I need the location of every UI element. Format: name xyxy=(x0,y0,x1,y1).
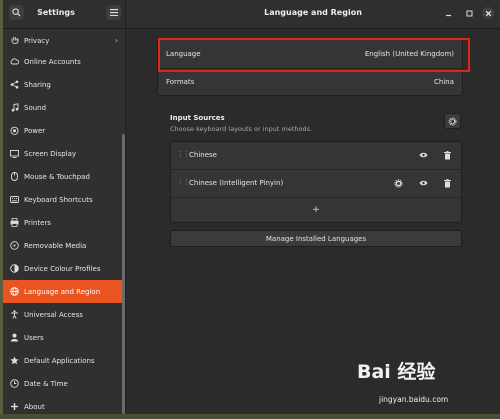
share-icon xyxy=(10,80,19,89)
sidebar-item-online-accounts[interactable]: Online Accounts xyxy=(3,50,125,73)
input-sources-subtitle: Choose keyboard layouts or input methods… xyxy=(170,125,313,133)
formats-value: China xyxy=(434,78,454,86)
printer-icon xyxy=(10,218,19,227)
sidebar-item-label: Screen Display xyxy=(24,149,77,158)
eye-icon[interactable] xyxy=(418,178,428,188)
cloud-icon xyxy=(10,57,19,66)
add-input-source-row[interactable]: + xyxy=(171,198,461,224)
settings-window: Settings Language and Region Privacy › O… xyxy=(3,0,500,414)
sidebar-title: Settings xyxy=(37,8,75,17)
sidebar-item-device-colour-profiles[interactable]: Device Colour Profiles xyxy=(3,257,125,280)
watermark-url: jingyan.baidu.com xyxy=(379,395,449,404)
trash-icon[interactable] xyxy=(442,150,452,160)
highlight-box xyxy=(158,38,470,72)
keyboard-icon xyxy=(10,195,19,204)
sidebar-item-sharing[interactable]: Sharing xyxy=(3,73,125,96)
main-headerbar: Language and Region xyxy=(126,0,500,28)
sidebar-item-privacy[interactable]: Privacy › xyxy=(3,29,125,52)
sidebar-item-language-and-region[interactable]: Language and Region xyxy=(3,280,125,303)
hand-icon xyxy=(10,36,19,45)
sidebar-item-label: Mouse & Touchpad xyxy=(24,172,90,181)
formats-row[interactable]: Formats China xyxy=(158,69,462,96)
gear-icon xyxy=(448,117,457,125)
baidu-watermark: Bai 经验 jingyan.baidu.com xyxy=(357,357,499,413)
power-icon xyxy=(10,126,19,135)
sidebar-item-label: Power xyxy=(24,126,46,135)
sidebar-item-label: Keyboard Shortcuts xyxy=(24,195,93,204)
minimize-button[interactable] xyxy=(442,7,454,19)
drag-handle-icon[interactable]: ⋮⋮ xyxy=(177,178,190,186)
sidebar-item-label: Sound xyxy=(24,103,47,112)
input-source-label: Chinese (Intelligent Pinyin) xyxy=(189,179,284,187)
sidebar-item-label: Printers xyxy=(24,218,51,227)
chevron-right-icon: › xyxy=(114,36,118,45)
sidebar-item-label: Universal Access xyxy=(24,310,83,319)
sidebar-item-users[interactable]: Users xyxy=(3,326,125,349)
sidebar-item-label: Date & Time xyxy=(24,379,68,388)
sidebar-item-keyboard-shortcuts[interactable]: Keyboard Shortcuts xyxy=(3,188,125,211)
menu-button[interactable] xyxy=(106,5,121,20)
sidebar-scrollbar[interactable] xyxy=(122,134,125,414)
sidebar-item-printers[interactable]: Printers xyxy=(3,211,125,234)
sidebar-item-screen-display[interactable]: Screen Display xyxy=(3,142,125,165)
sidebar-item-date-time[interactable]: Date & Time xyxy=(3,372,125,395)
sidebar-item-removable-media[interactable]: Removable Media xyxy=(3,234,125,257)
drag-handle-icon[interactable]: ⋮⋮ xyxy=(177,150,190,158)
sidebar-item-label: Privacy xyxy=(24,36,50,45)
sidebar-item-label: Device Colour Profiles xyxy=(24,264,101,273)
accessibility-icon xyxy=(10,310,19,319)
input-sources-list: ⋮⋮ Chinese ⋮⋮ Chinese (Intelligent Pinyi… xyxy=(170,141,462,223)
colour-profile-icon xyxy=(10,264,19,273)
search-icon xyxy=(12,8,21,17)
media-icon xyxy=(10,241,19,250)
maximize-button[interactable] xyxy=(463,7,475,19)
sidebar-item-label: Default Applications xyxy=(24,356,95,365)
trash-icon[interactable] xyxy=(442,178,452,188)
input-source-row[interactable]: ⋮⋮ Chinese xyxy=(171,142,461,169)
manage-installed-languages-button[interactable]: Manage Installed Languages xyxy=(170,230,462,247)
music-note-icon xyxy=(10,103,19,112)
globe-icon xyxy=(10,287,19,296)
sidebar-item-label: Removable Media xyxy=(24,241,87,250)
sidebar-item-label: Language and Region xyxy=(24,287,101,296)
users-icon xyxy=(10,333,19,342)
sidebar-item-label: Sharing xyxy=(24,80,51,89)
eye-icon[interactable] xyxy=(418,150,428,160)
settings-gear-icon[interactable] xyxy=(393,178,403,188)
sidebar-item-default-applications[interactable]: Default Applications xyxy=(3,349,125,372)
sidebar-item-label: About xyxy=(24,402,45,411)
sidebar: Privacy › Online Accounts Sharing Sound … xyxy=(3,29,126,414)
input-source-label: Chinese xyxy=(189,151,217,159)
sidebar-item-about[interactable]: About xyxy=(3,395,125,418)
close-button[interactable] xyxy=(482,7,494,19)
input-source-row[interactable]: ⋮⋮ Chinese (Intelligent Pinyin) xyxy=(171,170,461,197)
close-icon xyxy=(485,10,491,16)
baidu-logo: Bai 经验 xyxy=(357,361,436,383)
sidebar-item-label: Users xyxy=(24,333,44,342)
star-icon xyxy=(10,356,19,365)
maximize-icon xyxy=(466,10,472,16)
sidebar-item-sound[interactable]: Sound xyxy=(3,96,125,119)
sidebar-headerbar: Settings xyxy=(3,0,126,28)
plus-icon xyxy=(10,402,19,411)
input-sources-title: Input Sources xyxy=(170,114,225,122)
sidebar-item-mouse-touchpad[interactable]: Mouse & Touchpad xyxy=(3,165,125,188)
clock-icon xyxy=(10,379,19,388)
sidebar-item-label: Online Accounts xyxy=(24,57,81,66)
hamburger-menu-icon xyxy=(109,9,118,16)
mouse-icon xyxy=(10,172,19,181)
sidebar-item-power[interactable]: Power xyxy=(3,119,125,142)
input-sources-options-button[interactable] xyxy=(444,113,461,129)
sidebar-item-universal-access[interactable]: Universal Access xyxy=(3,303,125,326)
formats-label: Formats xyxy=(166,78,195,86)
add-icon: + xyxy=(312,205,320,215)
minimize-icon xyxy=(445,14,451,16)
display-icon xyxy=(10,149,19,158)
